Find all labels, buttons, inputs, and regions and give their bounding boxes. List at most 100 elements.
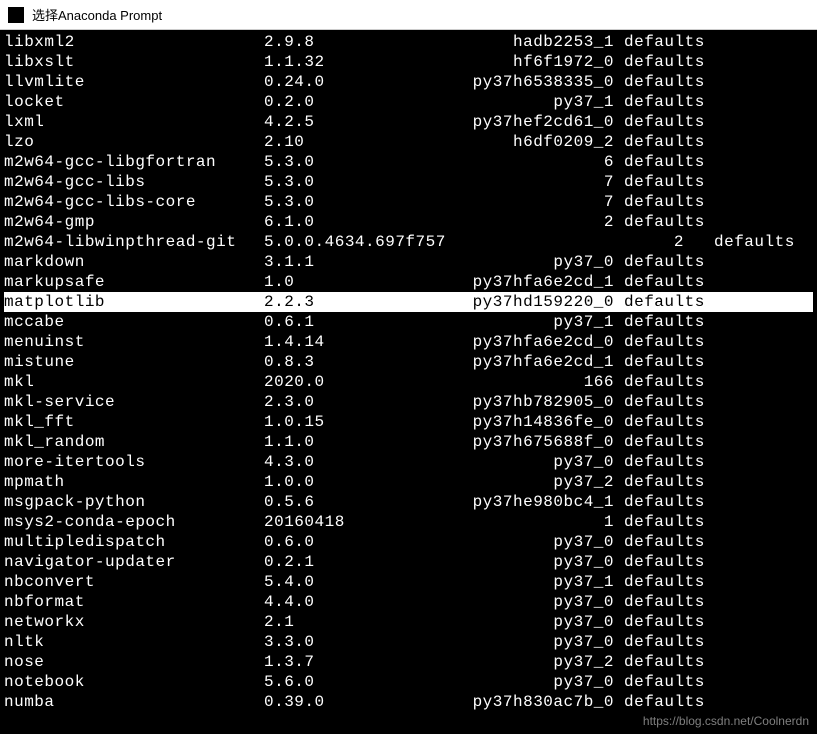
package-row[interactable]: mkl2020.0166defaults: [4, 372, 813, 392]
package-version: 2.9.8: [264, 32, 414, 52]
package-row[interactable]: mccabe0.6.1py37_1defaults: [4, 312, 813, 332]
package-version: 4.4.0: [264, 592, 414, 612]
package-row[interactable]: markdown3.1.1py37_0defaults: [4, 252, 813, 272]
package-row[interactable]: lxml4.2.5py37hef2cd61_0defaults: [4, 112, 813, 132]
package-row[interactable]: networkx2.1py37_0defaults: [4, 612, 813, 632]
package-name: mkl: [4, 372, 264, 392]
package-version: 1.3.7: [264, 652, 414, 672]
package-row[interactable]: m2w64-gcc-libs5.3.07defaults: [4, 172, 813, 192]
package-row[interactable]: nbformat4.4.0py37_0defaults: [4, 592, 813, 612]
window-titlebar[interactable]: 选择Anaconda Prompt: [0, 0, 817, 30]
package-channel: defaults: [624, 372, 813, 392]
package-channel: defaults: [684, 232, 795, 252]
package-build: h6df0209_2: [414, 132, 624, 152]
package-row[interactable]: m2w64-gmp6.1.02defaults: [4, 212, 813, 232]
package-build: py37_0: [414, 452, 624, 472]
package-build: py37hfa6e2cd_1: [414, 272, 624, 292]
package-name: m2w64-gmp: [4, 212, 264, 232]
package-version: 4.2.5: [264, 112, 414, 132]
package-name: nltk: [4, 632, 264, 652]
package-build: 2: [414, 212, 624, 232]
package-version: 0.5.6: [264, 492, 414, 512]
package-build: py37h675688f_0: [414, 432, 624, 452]
package-channel: defaults: [624, 52, 813, 72]
package-channel: defaults: [624, 672, 813, 692]
package-row[interactable]: nose1.3.7py37_2defaults: [4, 652, 813, 672]
terminal-output[interactable]: libxml22.9.8hadb2253_1defaultslibxslt1.1…: [0, 30, 817, 714]
package-build: py37_0: [414, 252, 624, 272]
package-row[interactable]: mkl_random1.1.0py37h675688f_0defaults: [4, 432, 813, 452]
package-row[interactable]: m2w64-libwinpthread-git5.0.0.4634.697f75…: [4, 232, 813, 252]
package-row[interactable]: multipledispatch0.6.0py37_0defaults: [4, 532, 813, 552]
package-name: msgpack-python: [4, 492, 264, 512]
package-row[interactable]: mpmath1.0.0py37_2defaults: [4, 472, 813, 492]
package-row[interactable]: llvmlite0.24.0py37h6538335_0defaults: [4, 72, 813, 92]
package-version: 0.6.0: [264, 532, 414, 552]
package-row[interactable]: markupsafe1.0py37hfa6e2cd_1defaults: [4, 272, 813, 292]
package-row[interactable]: navigator-updater0.2.1py37_0defaults: [4, 552, 813, 572]
package-name: mkl_fft: [4, 412, 264, 432]
package-name: markdown: [4, 252, 264, 272]
package-row[interactable]: m2w64-gcc-libs-core5.3.07defaults: [4, 192, 813, 212]
package-build: py37_2: [414, 472, 624, 492]
package-row[interactable]: locket0.2.0py37_1defaults: [4, 92, 813, 112]
package-name: mkl_random: [4, 432, 264, 452]
window-title: 选择Anaconda Prompt: [32, 5, 162, 24]
package-version: 0.24.0: [264, 72, 414, 92]
package-name: msys2-conda-epoch: [4, 512, 264, 532]
package-channel: defaults: [624, 532, 813, 552]
package-build: py37hfa6e2cd_1: [414, 352, 624, 372]
package-channel: defaults: [624, 32, 813, 52]
package-build: py37_0: [414, 552, 624, 572]
package-row[interactable]: nbconvert5.4.0py37_1defaults: [4, 572, 813, 592]
package-row[interactable]: mistune0.8.3py37hfa6e2cd_1defaults: [4, 352, 813, 372]
package-row[interactable]: libxslt1.1.32hf6f1972_0defaults: [4, 52, 813, 72]
watermark: https://blog.csdn.net/Coolnerdn: [643, 714, 809, 728]
package-version: 0.2.0: [264, 92, 414, 112]
package-name: nbformat: [4, 592, 264, 612]
package-name: menuinst: [4, 332, 264, 352]
package-channel: defaults: [624, 492, 813, 512]
package-row[interactable]: libxml22.9.8hadb2253_1defaults: [4, 32, 813, 52]
package-row[interactable]: mkl-service2.3.0py37hb782905_0defaults: [4, 392, 813, 412]
package-channel: defaults: [624, 512, 813, 532]
package-channel: defaults: [624, 572, 813, 592]
package-name: nbconvert: [4, 572, 264, 592]
package-name: m2w64-libwinpthread-git: [4, 232, 264, 252]
package-channel: defaults: [624, 172, 813, 192]
package-build: py37_1: [414, 92, 624, 112]
package-row[interactable]: matplotlib2.2.3py37hd159220_0defaults: [4, 292, 813, 312]
package-row[interactable]: numba0.39.0py37h830ac7b_0defaults: [4, 692, 813, 712]
package-channel: defaults: [624, 632, 813, 652]
package-name: llvmlite: [4, 72, 264, 92]
package-channel: defaults: [624, 432, 813, 452]
package-row[interactable]: menuinst1.4.14py37hfa6e2cd_0defaults: [4, 332, 813, 352]
package-build: py37he980bc4_1: [414, 492, 624, 512]
package-version: 4.3.0: [264, 452, 414, 472]
package-row[interactable]: mkl_fft1.0.15py37h14836fe_0defaults: [4, 412, 813, 432]
package-channel: defaults: [624, 352, 813, 372]
package-version: 1.0.0: [264, 472, 414, 492]
package-row[interactable]: notebook5.6.0py37_0defaults: [4, 672, 813, 692]
package-version: 5.4.0: [264, 572, 414, 592]
package-version: 6.1.0: [264, 212, 414, 232]
terminal-icon: [8, 7, 24, 23]
package-channel: defaults: [624, 452, 813, 472]
package-version: 20160418: [264, 512, 414, 532]
package-name: markupsafe: [4, 272, 264, 292]
package-row[interactable]: lzo2.10h6df0209_2defaults: [4, 132, 813, 152]
package-row[interactable]: m2w64-gcc-libgfortran5.3.06defaults: [4, 152, 813, 172]
package-version: 2020.0: [264, 372, 414, 392]
package-build: py37hfa6e2cd_0: [414, 332, 624, 352]
package-channel: defaults: [624, 312, 813, 332]
package-row[interactable]: nltk3.3.0py37_0defaults: [4, 632, 813, 652]
package-row[interactable]: more-itertools4.3.0py37_0defaults: [4, 452, 813, 472]
package-name: notebook: [4, 672, 264, 692]
package-name: mkl-service: [4, 392, 264, 412]
package-channel: defaults: [624, 652, 813, 672]
package-row[interactable]: msys2-conda-epoch201604181defaults: [4, 512, 813, 532]
package-row[interactable]: msgpack-python0.5.6py37he980bc4_1default…: [4, 492, 813, 512]
package-channel: defaults: [624, 152, 813, 172]
package-build: py37h14836fe_0: [414, 412, 624, 432]
package-name: matplotlib: [4, 292, 264, 312]
